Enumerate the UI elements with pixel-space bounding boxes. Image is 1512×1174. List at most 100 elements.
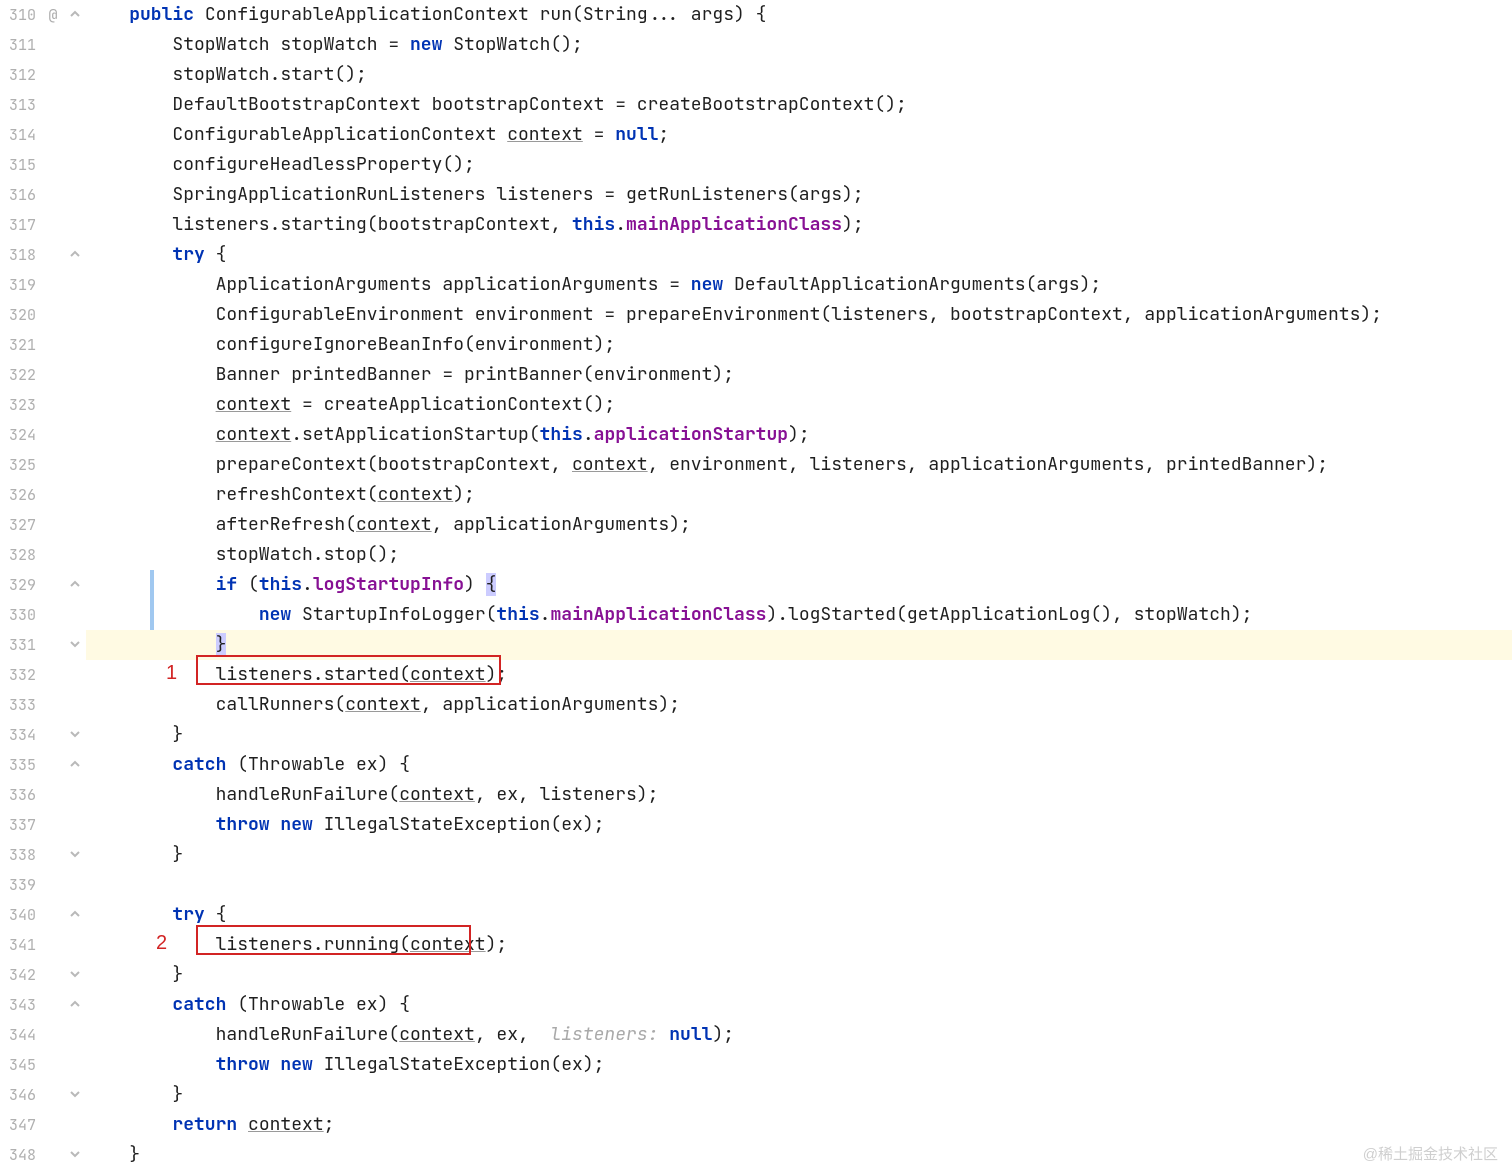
code-line[interactable]: DefaultBootstrapContext bootstrapContext… (86, 90, 1512, 120)
gutter-row[interactable]: 338 (0, 840, 86, 870)
code-line[interactable]: catch (Throwable ex) { (86, 750, 1512, 780)
line-number: 346 (0, 1080, 42, 1110)
fold-collapse-icon[interactable] (64, 750, 86, 780)
gutter-row[interactable]: 341 (0, 930, 86, 960)
code-line[interactable]: } (86, 960, 1512, 990)
code-line[interactable]: refreshContext(context); (86, 480, 1512, 510)
code-line[interactable]: listeners.running(context); (86, 930, 1512, 960)
code-line[interactable]: try { (86, 900, 1512, 930)
gutter-row[interactable]: 326 (0, 480, 86, 510)
gutter-row[interactable]: 343 (0, 990, 86, 1020)
gutter-row[interactable]: 342 (0, 960, 86, 990)
code-line[interactable]: context.setApplicationStartup(this.appli… (86, 420, 1512, 450)
code-line[interactable]: stopWatch.start(); (86, 60, 1512, 90)
gutter-row[interactable]: 345 (0, 1050, 86, 1080)
gutter-mark (42, 60, 64, 90)
code-line[interactable]: } (86, 840, 1512, 870)
code-line[interactable]: ConfigurableEnvironment environment = pr… (86, 300, 1512, 330)
gutter-row[interactable]: 347 (0, 1110, 86, 1140)
gutter-row[interactable]: 329 (0, 570, 86, 600)
code-line[interactable]: callRunners(context, applicationArgument… (86, 690, 1512, 720)
code-line[interactable] (86, 870, 1512, 900)
gutter-row[interactable]: 310@ (0, 0, 86, 30)
fold-collapse-icon[interactable] (64, 0, 86, 30)
gutter-row[interactable]: 337 (0, 810, 86, 840)
fold-collapse-icon[interactable] (64, 570, 86, 600)
gutter-row[interactable]: 320 (0, 300, 86, 330)
code-line[interactable]: StopWatch stopWatch = new StopWatch(); (86, 30, 1512, 60)
gutter-row[interactable]: 325 (0, 450, 86, 480)
code-area[interactable]: public ConfigurableApplicationContext ru… (86, 0, 1512, 1174)
gutter-row[interactable]: 324 (0, 420, 86, 450)
fold-end-icon[interactable] (64, 630, 86, 660)
code-line[interactable]: throw new IllegalStateException(ex); (86, 810, 1512, 840)
gutter-row[interactable]: 328 (0, 540, 86, 570)
gutter-row[interactable]: 348 (0, 1140, 86, 1170)
fold-end-icon[interactable] (64, 1140, 86, 1170)
gutter-row[interactable]: 336 (0, 780, 86, 810)
code-line[interactable]: listeners.starting(bootstrapContext, thi… (86, 210, 1512, 240)
code-line[interactable]: prepareContext(bootstrapContext, context… (86, 450, 1512, 480)
code-line[interactable]: stopWatch.stop(); (86, 540, 1512, 570)
gutter-row[interactable]: 335 (0, 750, 86, 780)
code-line[interactable]: throw new IllegalStateException(ex); (86, 1050, 1512, 1080)
line-number: 326 (0, 480, 42, 510)
code-line[interactable]: Banner printedBanner = printBanner(envir… (86, 360, 1512, 390)
fold-end-icon[interactable] (64, 960, 86, 990)
code-line[interactable]: listeners.started(context); (86, 660, 1512, 690)
gutter-row[interactable]: 339 (0, 870, 86, 900)
gutter-row[interactable]: 323 (0, 390, 86, 420)
gutter-row[interactable]: 314 (0, 120, 86, 150)
gutter-row[interactable]: 334 (0, 720, 86, 750)
fold-collapse-icon[interactable] (64, 900, 86, 930)
gutter-row[interactable]: 330 (0, 600, 86, 630)
annotation-label-2: 2 (156, 932, 167, 955)
fold-end-icon[interactable] (64, 840, 86, 870)
gutter-row[interactable]: 313 (0, 90, 86, 120)
gutter-row[interactable]: 321 (0, 330, 86, 360)
code-line-active[interactable]: } (86, 630, 1512, 660)
code-line[interactable]: if (this.logStartupInfo) { (86, 570, 1512, 600)
code-editor[interactable]: 310@311312313314315316317318319320321322… (0, 0, 1512, 1174)
code-line[interactable]: afterRefresh(context, applicationArgumen… (86, 510, 1512, 540)
fold-end-icon[interactable] (64, 720, 86, 750)
gutter-row[interactable]: 340 (0, 900, 86, 930)
gutter-mark (42, 840, 64, 870)
code-line[interactable]: ApplicationArguments applicationArgument… (86, 270, 1512, 300)
gutter-row[interactable]: 316 (0, 180, 86, 210)
gutter-row[interactable]: 317 (0, 210, 86, 240)
code-line[interactable]: public ConfigurableApplicationContext ru… (86, 0, 1512, 30)
code-line[interactable]: ConfigurableApplicationContext context =… (86, 120, 1512, 150)
gutter-row[interactable]: 322 (0, 360, 86, 390)
code-line[interactable]: handleRunFailure(context, ex, listeners)… (86, 780, 1512, 810)
code-line[interactable]: return context; (86, 1110, 1512, 1140)
gutter-row[interactable]: 344 (0, 1020, 86, 1050)
gutter-row[interactable]: 318 (0, 240, 86, 270)
gutter-row[interactable]: 327 (0, 510, 86, 540)
gutter-row[interactable]: 331 (0, 630, 86, 660)
code-line[interactable]: configureHeadlessProperty(); (86, 150, 1512, 180)
gutter-row[interactable]: 312 (0, 60, 86, 90)
gutter-row[interactable]: 346 (0, 1080, 86, 1110)
code-line[interactable]: } (86, 1080, 1512, 1110)
code-line[interactable]: try { (86, 240, 1512, 270)
gutter-row[interactable]: 319 (0, 270, 86, 300)
fold-end-icon[interactable] (64, 1080, 86, 1110)
gutter-row[interactable]: 332 (0, 660, 86, 690)
gutter-row[interactable]: 315 (0, 150, 86, 180)
gutter-row[interactable]: 311 (0, 30, 86, 60)
code-line[interactable]: configureIgnoreBeanInfo(environment); (86, 330, 1512, 360)
gutter-mark (42, 1140, 64, 1170)
gutter-row[interactable]: 333 (0, 690, 86, 720)
code-line[interactable]: context = createApplicationContext(); (86, 390, 1512, 420)
code-line[interactable]: new StartupInfoLogger(this.mainApplicati… (86, 600, 1512, 630)
code-line[interactable]: SpringApplicationRunListeners listeners … (86, 180, 1512, 210)
fold-collapse-icon[interactable] (64, 990, 86, 1020)
code-line[interactable]: handleRunFailure(context, ex, listeners:… (86, 1020, 1512, 1050)
code-line[interactable]: } (86, 720, 1512, 750)
code-line[interactable]: catch (Throwable ex) { (86, 990, 1512, 1020)
gutter-mark (42, 630, 64, 660)
code-line[interactable]: } (86, 1140, 1512, 1170)
fold-collapse-icon[interactable] (64, 240, 86, 270)
gutter-mark (42, 750, 64, 780)
